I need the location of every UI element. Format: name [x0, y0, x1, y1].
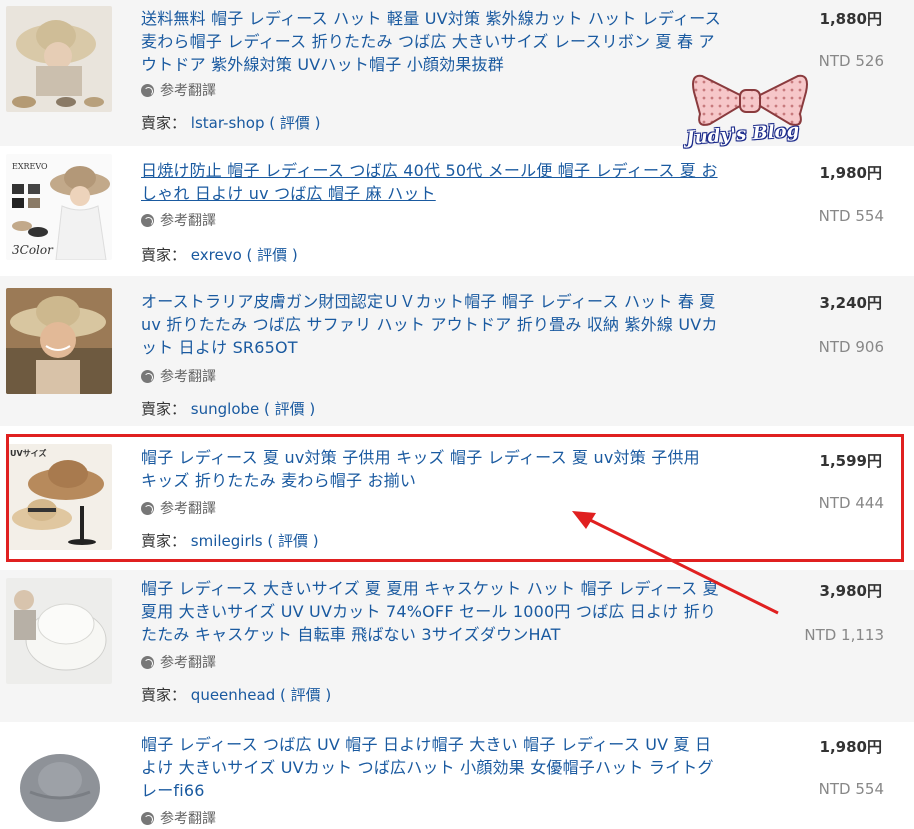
globe-icon	[141, 655, 154, 669]
translate-link[interactable]: 参考翻譯	[141, 652, 216, 672]
product-title-link[interactable]: 送料無料 帽子 レディース ハット 軽量 UV対策 紫外線カット ハット レディ…	[141, 7, 721, 76]
seller-info: 賣家： queenhead ( 評價 )	[141, 684, 331, 705]
seller-prefix: 賣家：	[141, 400, 187, 418]
translate-label: 参考翻譯	[160, 83, 216, 99]
price-jpy: 3,240円	[819, 294, 882, 312]
product-thumbnail[interactable]: UVサイズ	[6, 444, 112, 550]
seller-name-link[interactable]: sunglobe	[191, 400, 259, 418]
price-ntd: NTD 906	[818, 338, 884, 356]
product-title-link[interactable]: 帽子 レディース つば広 UV 帽子 日よけ帽子 大きい 帽子 レディース UV…	[141, 733, 721, 802]
product-thumbnail[interactable]	[6, 288, 112, 394]
translate-link[interactable]: 参考翻譯	[141, 80, 216, 100]
seller-rating-link[interactable]: ( 評價 )	[269, 114, 320, 132]
seller-info: 賣家： lstar-shop ( 評價 )	[141, 112, 321, 133]
seller-prefix: 賣家：	[141, 114, 187, 132]
listing-row: EXREVO 3Color 日焼け防止 帽子 レディース つば広 40代 50代…	[0, 146, 914, 276]
translate-link[interactable]: 参考翻譯	[141, 366, 216, 386]
translate-link[interactable]: 参考翻譯	[141, 210, 216, 230]
thumb-color-text: 3Color	[12, 243, 54, 257]
seller-prefix: 賣家：	[141, 532, 187, 550]
seller-name-link[interactable]: smilegirls	[191, 532, 263, 550]
price-jpy: 1,599円	[819, 452, 882, 470]
seller-name-link[interactable]: lstar-shop	[191, 114, 265, 132]
product-thumbnail[interactable]	[6, 732, 112, 829]
price-jpy: 1,880円	[819, 10, 882, 28]
product-title-link[interactable]: 帽子 レディース 大きいサイズ 夏 夏用 キャスケット ハット 帽子 レディース…	[141, 577, 721, 646]
product-thumbnail[interactable]: EXREVO 3Color	[6, 154, 112, 260]
seller-rating-link[interactable]: ( 評價 )	[247, 246, 298, 264]
price-jpy: 3,980円	[819, 582, 882, 600]
seller-name-link[interactable]: exrevo	[191, 246, 242, 264]
seller-rating-link[interactable]: ( 評價 )	[267, 532, 318, 550]
globe-icon	[141, 811, 154, 825]
price-ntd: NTD 554	[818, 780, 884, 798]
seller-info: 賣家： smilegirls ( 評價 )	[141, 530, 319, 551]
thumb-brand-text: EXREVO	[12, 162, 48, 171]
translate-label: 参考翻譯	[160, 213, 216, 229]
product-title-link[interactable]: 日焼け防止 帽子 レディース つば広 40代 50代 メール便 帽子 レディース…	[141, 159, 721, 205]
seller-prefix: 賣家：	[141, 246, 187, 264]
thumb-uv-text: UVサイズ	[10, 448, 46, 458]
seller-info: 賣家： exrevo ( 評價 )	[141, 244, 298, 265]
price-ntd: NTD 526	[818, 52, 884, 70]
product-title-link[interactable]: 帽子 レディース 夏 uv対策 子供用 キッズ 帽子 レディース 夏 uv対策 …	[141, 446, 721, 492]
price-jpy: 1,980円	[819, 738, 882, 756]
translate-label: 参考翻譯	[160, 811, 216, 827]
price-jpy: 1,980円	[819, 164, 882, 182]
seller-info: 賣家： sunglobe ( 評價 )	[141, 398, 315, 419]
globe-icon	[141, 83, 154, 97]
listing-row: オーストラリア皮膚ガン財団認定ＵＶカット帽子 帽子 レディース ハット 春 夏 …	[0, 276, 914, 426]
listing-row: 帽子 レディース つば広 UV 帽子 日よけ帽子 大きい 帽子 レディース UV…	[0, 722, 914, 829]
price-ntd: NTD 554	[818, 207, 884, 225]
translate-label: 参考翻譯	[160, 501, 216, 517]
product-thumbnail[interactable]	[6, 578, 112, 684]
globe-icon	[141, 369, 154, 383]
globe-icon	[141, 501, 154, 515]
translate-label: 参考翻譯	[160, 655, 216, 671]
seller-rating-link[interactable]: ( 評價 )	[280, 686, 331, 704]
seller-name-link[interactable]: queenhead	[191, 686, 275, 704]
translate-label: 参考翻譯	[160, 369, 216, 385]
listing-row-highlighted: UVサイズ 帽子 レディース 夏 uv対策 子供用 キッズ 帽子 レディース 夏…	[0, 426, 914, 570]
globe-icon	[141, 213, 154, 227]
translate-link[interactable]: 参考翻譯	[141, 808, 216, 828]
seller-prefix: 賣家：	[141, 686, 187, 704]
listing-row: 帽子 レディース 大きいサイズ 夏 夏用 キャスケット ハット 帽子 レディース…	[0, 570, 914, 722]
product-title-link[interactable]: オーストラリア皮膚ガン財団認定ＵＶカット帽子 帽子 レディース ハット 春 夏 …	[141, 290, 721, 359]
price-ntd: NTD 444	[818, 494, 884, 512]
seller-rating-link[interactable]: ( 評價 )	[264, 400, 315, 418]
product-thumbnail[interactable]	[6, 6, 112, 112]
translate-link[interactable]: 参考翻譯	[141, 498, 216, 518]
price-ntd: NTD 1,113	[804, 626, 884, 644]
